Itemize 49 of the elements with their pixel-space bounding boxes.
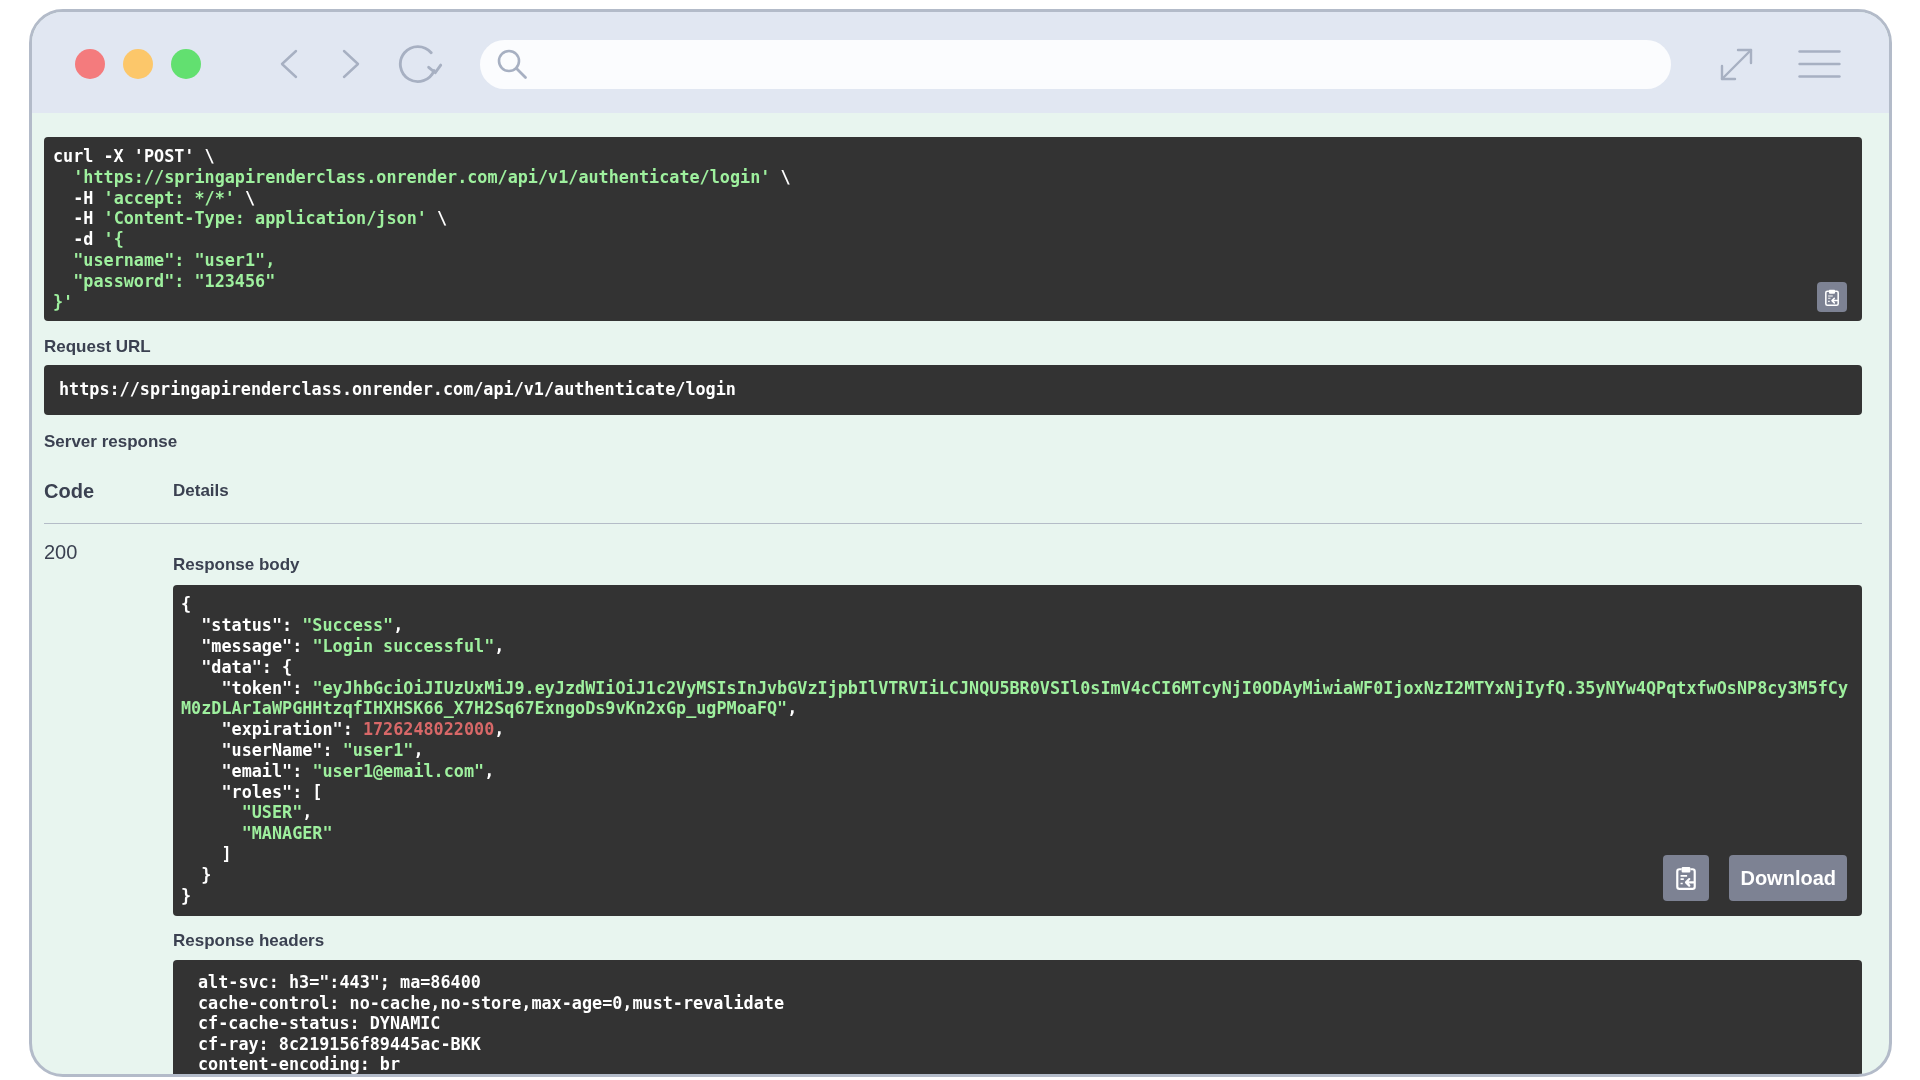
- code-line: "MANAGER": [240, 823, 333, 844]
- code-line: "data": {: [200, 656, 293, 678]
- request-url: https://springapirenderclass.onrender.com/api/v1/authenticate/login: [44, 365, 1862, 416]
- status-code: 200: [44, 541, 78, 564]
- code-line: -H 'Content-Type: application/json' \: [72, 208, 448, 230]
- code-line: "message": "Login successful",: [200, 635, 505, 657]
- clipboard-icon: [1676, 866, 1697, 891]
- window-close-icon[interactable]: [75, 49, 105, 79]
- code-line: "USER",: [240, 802, 313, 824]
- code-line: -d '{: [72, 229, 124, 250]
- code-line: }: [200, 864, 212, 886]
- code-line: "username": "user1",: [72, 250, 276, 271]
- download-button[interactable]: Download: [1729, 855, 1847, 902]
- code-line: 'https://springapirenderclass.onrender.com/api/v1/authenticate/login' \: [72, 166, 791, 188]
- reload-icon[interactable]: [398, 44, 444, 84]
- window-zoom-icon[interactable]: [171, 49, 201, 79]
- code-line: cf-cache-status: DYNAMIC: [198, 1013, 441, 1034]
- menu-icon[interactable]: [1798, 50, 1841, 78]
- section-heading: Response headers: [173, 930, 325, 953]
- section-heading: Response body: [173, 554, 300, 577]
- column-header: Details: [173, 480, 229, 503]
- window-minimize-icon[interactable]: [123, 49, 153, 79]
- code-line: content-encoding: br: [198, 1053, 401, 1074]
- code-line: "password": "123456": [72, 270, 276, 292]
- code-line: "roles": [: [220, 781, 323, 803]
- section-heading: Server response: [44, 431, 178, 454]
- code-line: "status": "Success",: [200, 615, 404, 636]
- code-line: curl -X 'POST' \: [53, 146, 215, 167]
- code-line: cf-ray: 8c219156f89445ac-BKK: [198, 1033, 481, 1054]
- code-line: cache-control: no-cache,no-store,max-age=0,must-revalidate: [198, 992, 784, 1014]
- back-icon[interactable]: [279, 48, 299, 80]
- clipboard-icon: [1825, 288, 1839, 306]
- copy-button[interactable]: [1663, 855, 1710, 902]
- forward-icon[interactable]: [341, 48, 361, 80]
- code-line: alt-svc: h3=":443"; ma=86400: [198, 972, 481, 993]
- code-line: "email": "user1@email.com",: [220, 760, 495, 782]
- code-line: }: [181, 885, 192, 907]
- code-line: "userName": "user1",: [220, 739, 424, 761]
- column-header: Code: [44, 480, 94, 503]
- section-heading: Request URL: [44, 336, 151, 359]
- address-field[interactable]: [480, 39, 1671, 89]
- code-line: "token": "eyJhbGciOiJIUzUxMiJ9.eyJzdWIiOiJ1c2VyMSIsInJvbGVzIjpbIlVTRVIiLCJNQU5BR0VSIl0sImV4cCI6MTcyNjI0ODAyMiwiaWF0IjoxNzI2MTYxNjIyfQ.35yNYw4QPqtxfwOsNP8cy3M5fCyM0zDLArIaWPGHHtzqfIHXHSK66_X7H2Sq67ExngoDs9vKn2xGp_ugPMoaFQ",: [181, 677, 1850, 720]
- code-line: {: [181, 594, 192, 616]
- code-line: "expiration": 1726248022000,: [220, 719, 505, 740]
- code-line: -H 'accept: */*' \: [72, 187, 256, 209]
- code-line: ]: [220, 843, 232, 865]
- copy-button[interactable]: [1817, 282, 1847, 313]
- search-icon: [496, 48, 528, 80]
- code-line: }': [53, 291, 74, 313]
